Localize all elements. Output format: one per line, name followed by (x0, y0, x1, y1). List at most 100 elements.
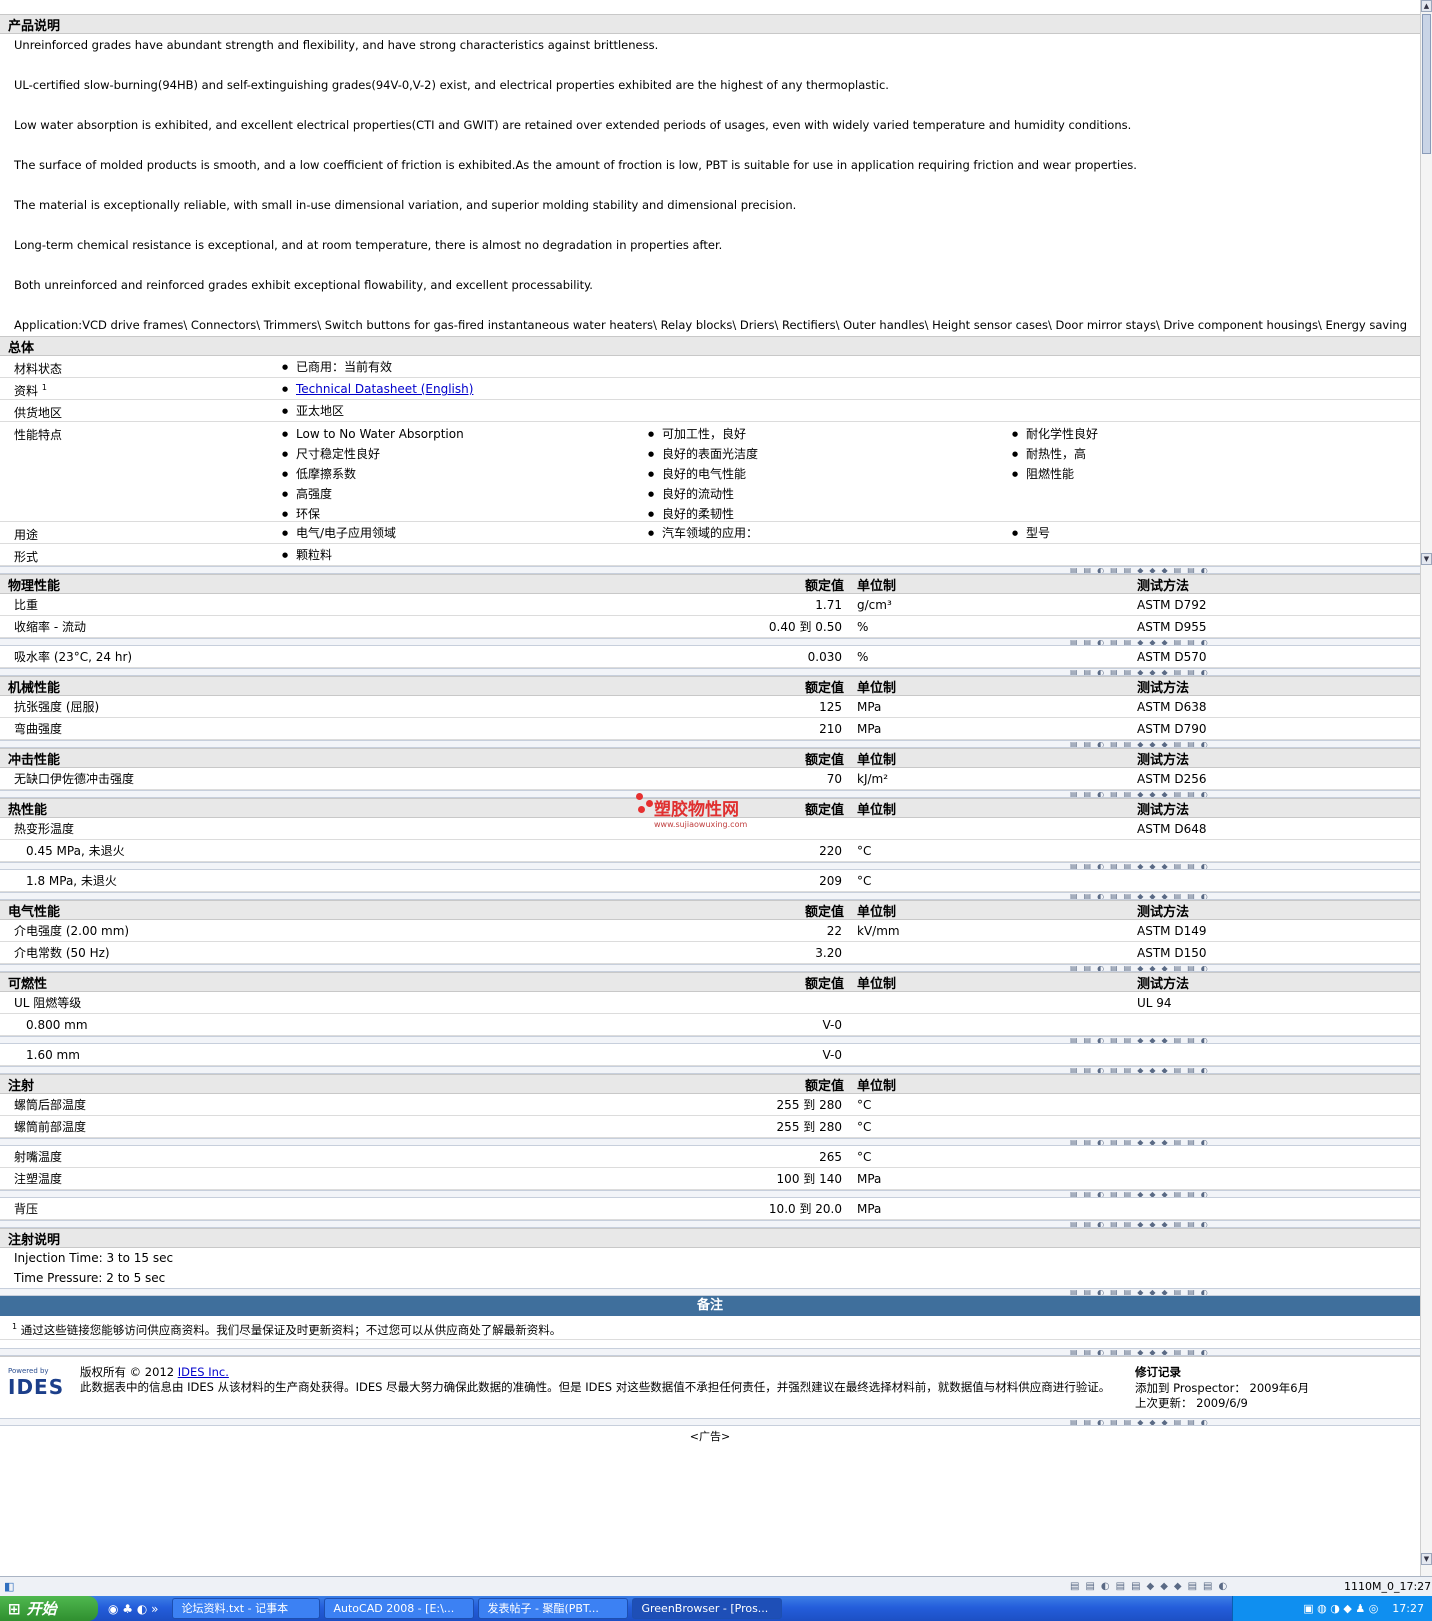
literature-row: 资料 1 Technical Datasheet (English) (0, 378, 1420, 400)
frame-toolbar-strip: ▤▤◐▤▤◆◆◆▤▤◐ (0, 862, 1420, 870)
technical-datasheet-link[interactable]: Technical Datasheet (English) (296, 382, 473, 396)
property-value: 125 (819, 700, 842, 714)
section-header-impact: 冲击性能 额定值 单位制 测试方法 (0, 748, 1420, 768)
scroll-down-icon[interactable]: ▼ (1421, 1553, 1432, 1565)
property-value: 100 到 140 (776, 1172, 842, 1186)
features-column-1: Low to No Water Absorption尺寸稳定性良好低摩擦系数高强… (282, 424, 464, 524)
test-method: ASTM D149 (1137, 924, 1207, 938)
start-button[interactable]: ⊞ 开始 (0, 1596, 98, 1621)
feature-item: 环保 (282, 504, 464, 524)
ides-link[interactable]: IDES Inc. (178, 1365, 229, 1379)
property-value: 220 (819, 844, 842, 858)
property-label: 介电常数 (50 Hz) (14, 946, 110, 960)
ad-placeholder: <广告> (689, 1430, 731, 1443)
feature-item: 良好的流动性 (648, 484, 758, 504)
datasheet-content: 产品说明 Unreinforced grades have abundant s… (0, 0, 1420, 1448)
property-value: 255 到 280 (776, 1120, 842, 1134)
literature-label: 资料 1 (14, 383, 47, 398)
scroll-up-icon[interactable]: ▲ (1421, 0, 1432, 12)
tray-icons[interactable]: ▣ ◍ ◑ ◆ ♟ ◎ (1303, 1602, 1378, 1615)
property-label: 螺筒后部温度 (14, 1098, 87, 1112)
feature-item: 良好的柔韧性 (648, 504, 758, 524)
description-paragraph: UL-certified slow-burning(94HB) and self… (14, 78, 889, 92)
section-header-injection: 注射 额定值 单位制 (0, 1074, 1420, 1094)
form-row: 形式 颗粒料 (0, 544, 1420, 566)
property-unit: MPa (857, 1172, 882, 1186)
task-autocad[interactable]: AutoCAD 2008 - [E:\... (324, 1598, 475, 1619)
test-method: UL 94 (1137, 996, 1172, 1010)
scroll-down-icon[interactable]: ▼ (1421, 553, 1432, 565)
section-header-physical: 物理性能 额定值 单位制 测试方法 (0, 574, 1420, 594)
property-unit: kJ/m² (857, 772, 889, 786)
property-sections: 物理性能 额定值 单位制 测试方法 比重 1.71 g/cm³ ASTM D792 收缩率 - … (0, 574, 1420, 1288)
property-label: 1.60 mm (26, 1048, 80, 1062)
uses-label: 用途 (14, 528, 39, 542)
property-value: 70 (826, 772, 842, 786)
description-paragraph: Unreinforced grades have abundant streng… (14, 38, 659, 52)
property-row: 螺筒后部温度 255 到 280 °C (0, 1094, 1420, 1116)
column-unit-header: 单位制 (857, 802, 897, 818)
frame-toolbar-strip: ▤▤◐▤▤◆◆◆▤▤◐ (0, 1348, 1420, 1356)
frame-toolbar-strip: ▤▤◐▤▤◆◆◆▤▤◐ (0, 1418, 1420, 1426)
frame-toolbar-strip: ▤▤◐▤▤◆◆◆▤▤◐ (0, 1220, 1420, 1228)
injection-note-line: Injection Time: 3 to 15 sec (14, 1251, 174, 1265)
section-title: 产品说明 (8, 18, 61, 34)
vertical-scrollbar[interactable]: ▲ ▼ ▼ (1420, 0, 1432, 1580)
column-value-header: 额定值 (804, 904, 844, 920)
description-paragraph: The surface of molded products is smooth… (14, 158, 1137, 172)
frame-toolbar-strip: ▤▤◐▤▤◆◆◆▤▤◐ (0, 1190, 1420, 1198)
frame-toolbar-strip: ▤▤◐▤▤◆◆◆▤▤◐ (0, 740, 1420, 748)
property-row: 比重 1.71 g/cm³ ASTM D792 (0, 594, 1420, 616)
test-method: ASTM D570 (1137, 650, 1207, 664)
windows-icon: ⊞ (8, 1599, 21, 1618)
section-header-mechanical: 机械性能 额定值 单位制 测试方法 (0, 676, 1420, 696)
property-label: UL 阻燃等级 (14, 996, 82, 1010)
disclaimer: 此数据表中的信息由 IDES 从该材料的生产商处获得。IDES 尽最大努力确保此… (80, 1380, 1111, 1394)
scrollbar-thumb[interactable] (1422, 14, 1431, 154)
frame-toolbar-strip: ▤▤◐▤▤◆◆◆▤▤◐ (0, 1066, 1420, 1074)
section-title: 注射说明 (8, 1232, 61, 1248)
property-row: 无缺口伊佐德冲击强度 70 kJ/m² ASTM D256 (0, 768, 1420, 790)
task-notepad[interactable]: 论坛资料.txt - 记事本 (172, 1598, 321, 1619)
feature-item: 高强度 (282, 484, 464, 504)
column-value-header: 额定值 (804, 976, 844, 992)
column-unit-header: 单位制 (857, 680, 897, 696)
property-value: 1.71 (815, 598, 842, 612)
property-label: 抗张强度 (屈服) (14, 700, 100, 714)
task-greenbrowser[interactable]: GreenBrowser - [Pros... (632, 1598, 783, 1619)
region-label: 供货地区 (14, 406, 63, 420)
feature-item: 可加工性，良好 (648, 424, 758, 444)
use-item: 电气/电子应用领域 (282, 523, 396, 543)
property-label: 热变形温度 (14, 822, 75, 836)
property-unit: °C (857, 1098, 872, 1112)
property-label: 0.800 mm (26, 1018, 88, 1032)
property-row: 收缩率 - 流动 0.40 到 0.50% ASTM D955 (0, 616, 1420, 638)
property-unit: kV/mm (857, 924, 900, 938)
frame-toolbar-strip: ▤▤◐▤▤◆◆◆▤▤◐ (0, 964, 1420, 972)
quick-launch-icons[interactable]: ◉ ♣ ◐ » (108, 1602, 158, 1616)
column-unit-header: 单位制 (857, 578, 897, 594)
property-unit: °C (857, 844, 872, 858)
feature-item: 阻燃性能 (1012, 464, 1098, 484)
form-value: 颗粒料 (282, 545, 332, 565)
property-label: 吸水率 (23°C, 24 hr) (14, 650, 133, 664)
property-row: 背压 10.0 到 20.0 MPa (0, 1198, 1420, 1220)
frame-toolbar-strip: ▤▤◐▤▤◆◆◆▤▤◐ (0, 1036, 1420, 1044)
product-description: Unreinforced grades have abundant streng… (0, 34, 1420, 354)
description-paragraph: Low water absorption is exhibited, and e… (14, 118, 1132, 132)
property-row: 0.800 mm V-0 (0, 1014, 1420, 1036)
revision-history: 修订记录 添加到 Prospector： 2009年6月 上次更新： 2009/… (1135, 1365, 1310, 1410)
property-row: UL 阻燃等级 UL 94 (0, 992, 1420, 1014)
property-row: 吸水率 (23°C, 24 hr) 0.030% ASTM D570 (0, 646, 1420, 668)
material-status-value: 已商用：当前有效 (282, 357, 392, 377)
test-method: ASTM D790 (1137, 722, 1207, 736)
property-label: 介电强度 (2.00 mm) (14, 924, 130, 938)
task-forum-post[interactable]: 发表帖子 - 聚酯(PBT... (478, 1598, 629, 1619)
property-row: 介电强度 (2.00 mm) 22 kV/mm ASTM D149 (0, 920, 1420, 942)
literature-item: Technical Datasheet (English) (282, 379, 473, 399)
material-status-label: 材料状态 (14, 362, 63, 376)
status-icons[interactable]: ▤▤◐▤▤◆◆◆▤▤◐ (1070, 1577, 1233, 1597)
property-row: 1.8 MPa, 未退火 209 °C (0, 870, 1420, 892)
notes-header: 备注 (0, 1296, 1420, 1316)
property-label: 收缩率 - 流动 (14, 620, 86, 634)
